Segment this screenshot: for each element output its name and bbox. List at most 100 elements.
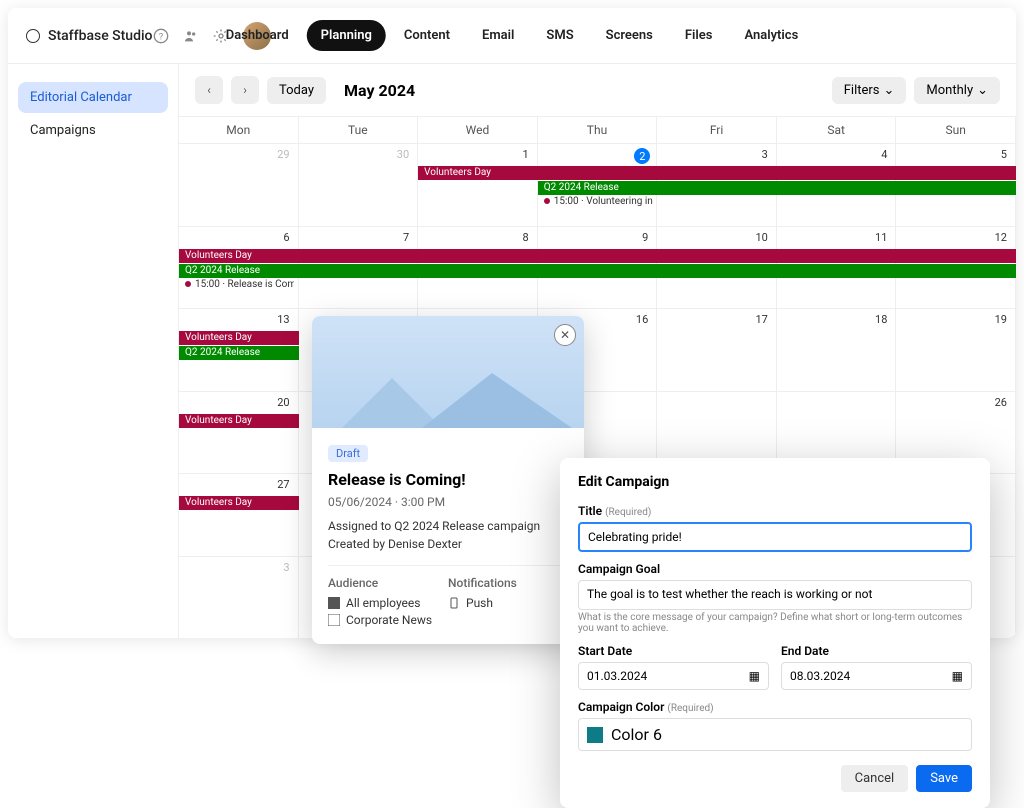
title-label: Title (Required) (578, 504, 972, 518)
calendar-event-bar[interactable]: Volunteers Day (179, 249, 1016, 263)
calendar-event-bar[interactable]: Volunteers Day (179, 496, 299, 510)
audience-all-employees: All employees (328, 596, 448, 610)
calendar-icon: ▦ (952, 669, 963, 683)
calendar-event-bar[interactable]: Q2 2024 Release (179, 346, 299, 360)
nav-email[interactable]: Email (468, 20, 528, 51)
brand-logo-icon (26, 29, 40, 43)
modal-heading: Edit Campaign (578, 474, 972, 490)
sidebar-item-editorial-calendar[interactable]: Editorial Calendar (18, 82, 168, 113)
calendar-event-bar[interactable]: Q2 2024 Release (538, 181, 1016, 195)
calendar-cell[interactable]: 18 (777, 309, 897, 391)
nav-analytics[interactable]: Analytics (730, 20, 812, 51)
chevron-down-icon: ⌄ (977, 83, 988, 98)
calendar-cell[interactable]: 17 (657, 309, 777, 391)
nav-content[interactable]: Content (390, 20, 464, 51)
calendar-toolbar: ‹ › Today May 2024 Filters⌄ Monthly⌄ (179, 64, 1016, 116)
draft-badge: Draft (328, 445, 368, 462)
day-number: 6 (283, 231, 289, 244)
color-select[interactable]: Color 6 (578, 718, 972, 751)
day-number: 3 (283, 561, 289, 574)
cancel-button[interactable]: Cancel (841, 765, 909, 792)
weekday-header: Mon Tue Wed Thu Fri Sat Sun (179, 117, 1016, 143)
popup-datetime: 05/06/2024 · 3:00 PM (328, 495, 568, 509)
next-month-button[interactable]: › (231, 76, 259, 104)
brand-name: Staffbase Studio (48, 28, 153, 44)
calendar-cell[interactable]: 29 (179, 144, 299, 226)
nav-dashboard[interactable]: Dashboard (212, 20, 303, 51)
day-number: 2 (634, 148, 650, 164)
calendar-event-bar[interactable]: Volunteers Day (179, 331, 299, 345)
calendar-cell[interactable]: 19 (896, 309, 1016, 391)
day-number: 5 (1001, 148, 1007, 161)
calendar-event-bar[interactable]: Volunteers Day (179, 414, 299, 428)
day-number: 13 (277, 313, 289, 326)
popup-title: Release is Coming! (328, 470, 568, 489)
day-number: 8 (523, 231, 529, 244)
calendar-event[interactable]: 15:00 · Release is Comi… (185, 279, 294, 290)
start-date-input[interactable]: 01.03.2024▦ (578, 662, 769, 690)
color-swatch (587, 727, 603, 743)
goal-input[interactable]: The goal is to test whether the reach is… (578, 580, 972, 610)
title-input[interactable] (578, 522, 972, 552)
calendar-cell[interactable]: 1 (418, 144, 538, 226)
brand: Staffbase Studio (26, 28, 153, 44)
top-nav: Dashboard Planning Content Email SMS Scr… (212, 20, 813, 51)
notifications-heading: Notifications (448, 576, 568, 590)
day-number: 30 (397, 148, 409, 161)
notification-push: Push (448, 596, 568, 610)
day-number: 20 (277, 396, 289, 409)
calendar-icon: ▦ (749, 669, 760, 683)
day-number: 18 (875, 313, 887, 326)
calendar-event-bar[interactable]: Volunteers Day (418, 166, 1016, 180)
prev-month-button[interactable]: ‹ (195, 76, 223, 104)
day-number: 17 (755, 313, 767, 326)
end-date-input[interactable]: 08.03.2024▦ (781, 662, 972, 690)
day-number: 16 (636, 313, 648, 326)
event-popup: ✕ Draft Release is Coming! 05/06/2024 · … (312, 316, 584, 644)
today-button[interactable]: Today (267, 77, 326, 104)
nav-files[interactable]: Files (671, 20, 727, 51)
nav-sms[interactable]: SMS (532, 20, 587, 51)
chevron-down-icon: ⌄ (884, 83, 895, 98)
day-number: 7 (403, 231, 409, 244)
news-icon (328, 614, 340, 626)
topbar: Staffbase Studio Dashboard Planning Cont… (8, 8, 1016, 64)
day-number: 4 (881, 148, 887, 161)
month-title: May 2024 (344, 81, 415, 100)
svg-text:?: ? (158, 31, 163, 42)
day-number: 1 (523, 148, 529, 161)
sidebar: Editorial Calendar Campaigns (8, 64, 178, 638)
calendar-event-bar[interactable]: Q2 2024 Release (179, 264, 1016, 278)
day-number: 11 (875, 231, 887, 244)
phone-icon (448, 597, 460, 609)
view-button[interactable]: Monthly⌄ (914, 77, 1000, 104)
day-number: 29 (277, 148, 289, 161)
audience-heading: Audience (328, 576, 448, 590)
day-number: 3 (762, 148, 768, 161)
popup-created: Created by Denise Dexter (328, 537, 568, 551)
popup-close-button[interactable]: ✕ (554, 324, 576, 346)
nav-planning[interactable]: Planning (307, 20, 386, 51)
people-icon (328, 597, 340, 609)
day-number: 10 (755, 231, 767, 244)
sidebar-item-campaigns[interactable]: Campaigns (18, 115, 168, 146)
calendar-cell[interactable]: 30 (299, 144, 419, 226)
day-number: 27 (277, 478, 289, 491)
calendar-cell[interactable]: 27 (179, 474, 299, 556)
help-icon[interactable]: ? (153, 28, 169, 44)
calendar-event[interactable]: 15:00 · Volunteering in … (544, 196, 653, 207)
calendar-cell[interactable]: 20 (179, 392, 299, 474)
day-number: 12 (995, 231, 1007, 244)
nav-screens[interactable]: Screens (592, 20, 667, 51)
goal-label: Campaign Goal (578, 562, 972, 576)
audience-corporate-news: Corporate News (328, 613, 448, 627)
day-number: 9 (642, 231, 648, 244)
popup-assigned: Assigned to Q2 2024 Release campaign (328, 519, 568, 533)
day-number: 26 (995, 396, 1007, 409)
save-button[interactable]: Save (916, 765, 972, 792)
people-icon[interactable] (183, 28, 199, 44)
day-number: 19 (995, 313, 1007, 326)
edit-campaign-modal: Edit Campaign Title (Required) Campaign … (560, 458, 990, 808)
filters-button[interactable]: Filters⌄ (832, 77, 907, 104)
calendar-cell[interactable]: 3 (179, 557, 299, 639)
